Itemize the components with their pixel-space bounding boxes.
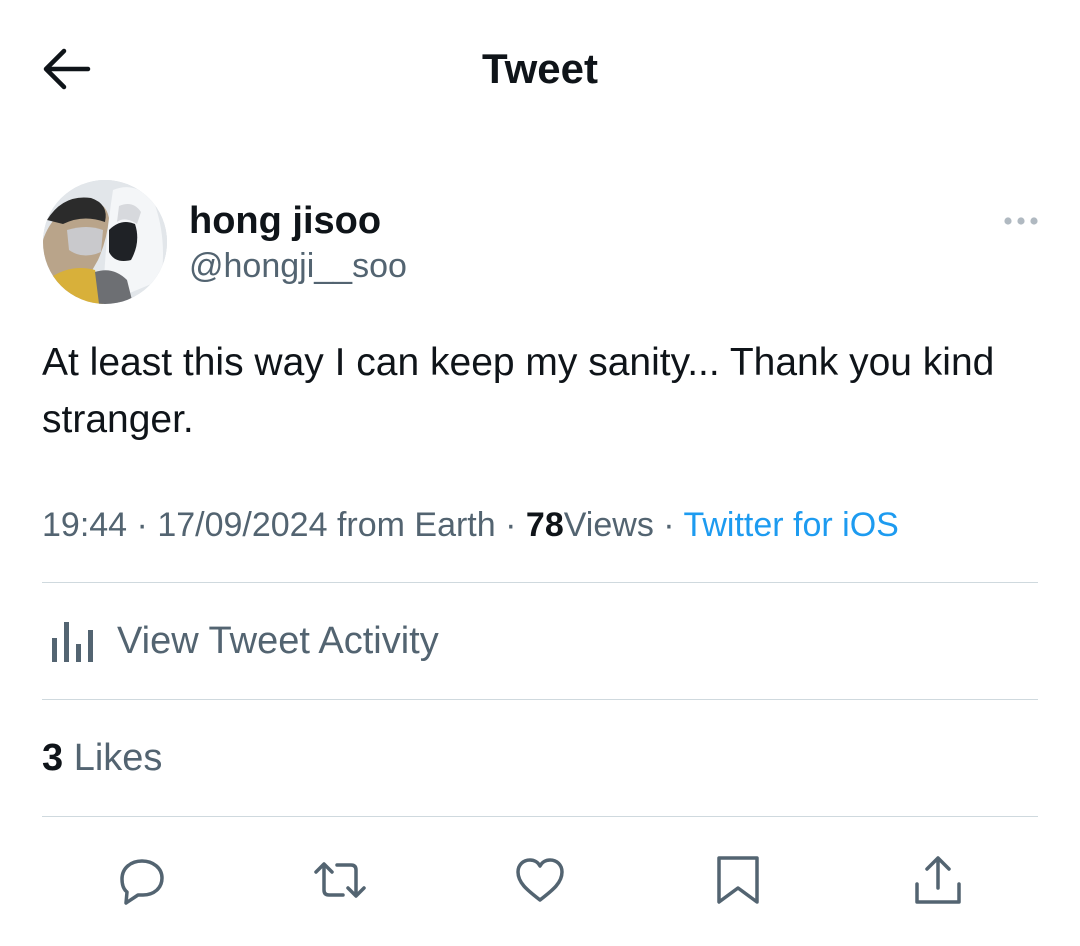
tweet-text: At least this way I can keep my sanity..… (42, 341, 995, 441)
divider (42, 582, 1038, 583)
divider (42, 699, 1038, 700)
share-icon (915, 856, 961, 904)
user-handle[interactable]: @hongji__soo (189, 244, 407, 288)
tweet-date: 17/09/2024 (157, 506, 328, 544)
likes-label: Likes (73, 737, 163, 779)
view-tweet-activity-label: View Tweet Activity (117, 620, 439, 662)
views-count: 78 (525, 506, 564, 544)
retweet-button[interactable] (312, 852, 368, 908)
page-title: Tweet (482, 45, 598, 92)
likes-count-link[interactable]: 3 Likes (42, 735, 162, 781)
bookmark-icon (717, 856, 759, 904)
reply-icon (120, 859, 164, 905)
share-button[interactable] (910, 852, 966, 908)
like-button[interactable] (512, 852, 568, 908)
bar-chart-icon (52, 622, 93, 662)
divider (42, 816, 1038, 817)
tweet-location: from Earth (336, 506, 496, 544)
tweet-source-link[interactable]: Twitter for iOS (683, 506, 898, 544)
view-tweet-activity-button[interactable]: View Tweet Activity (42, 600, 1038, 684)
meta-separator: · (505, 506, 517, 544)
bookmark-button[interactable] (710, 852, 766, 908)
profile-photo (43, 180, 167, 304)
meta-separator: · (136, 506, 148, 544)
views-label: Views (563, 506, 654, 544)
tweet-meta: 19:44 · 17/09/2024 from Earth · 78Views … (42, 502, 1042, 548)
top-bar: Tweet (0, 0, 1080, 140)
more-options-button[interactable] (998, 206, 1044, 236)
like-icon (516, 858, 564, 902)
likes-count: 3 (42, 737, 64, 779)
retweet-icon (314, 862, 366, 898)
reply-button[interactable] (114, 852, 170, 908)
meta-separator: · (663, 506, 675, 544)
more-icon (1004, 217, 1038, 225)
tweet-time: 19:44 (42, 506, 128, 544)
avatar[interactable] (43, 180, 167, 304)
display-name[interactable]: hong jisoo (189, 198, 381, 244)
